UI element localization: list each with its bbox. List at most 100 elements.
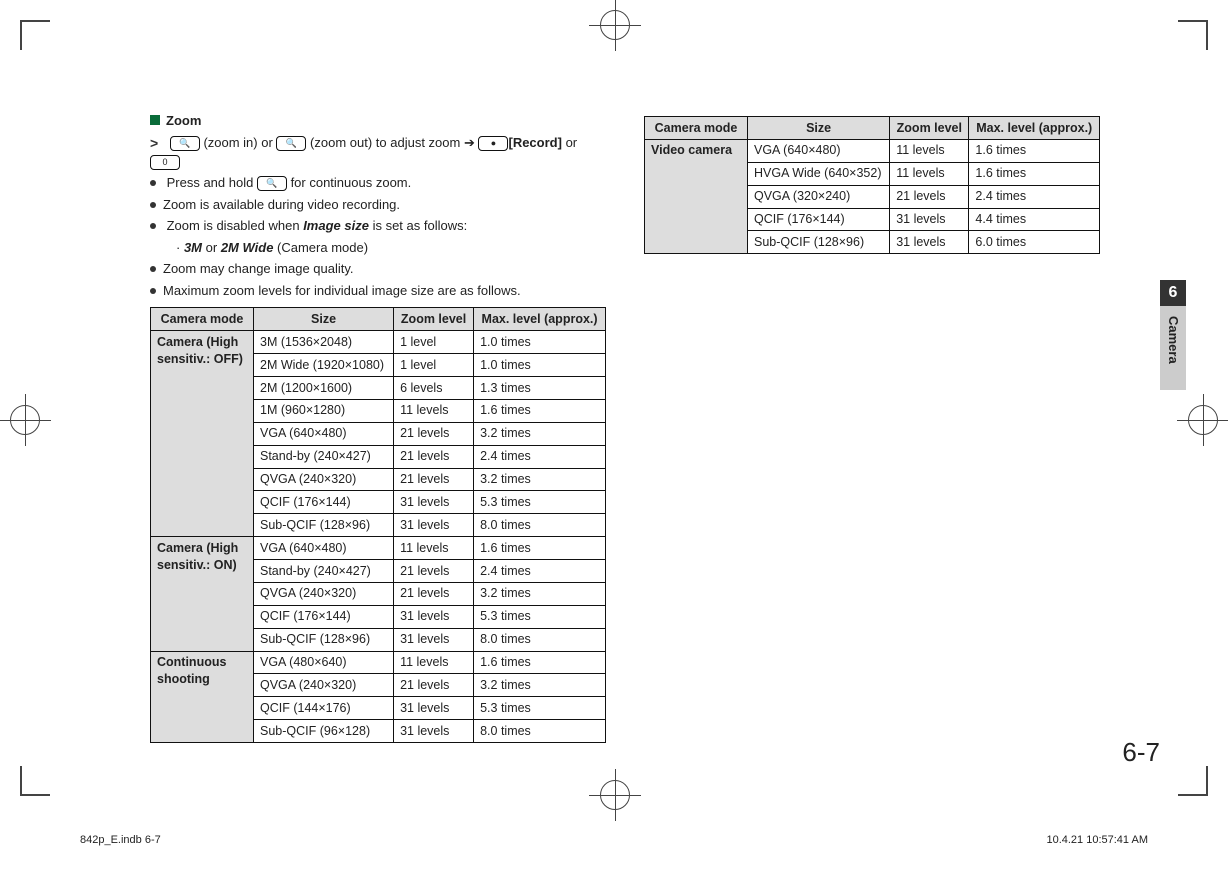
bullet-item: Press and hold 🔍 for continuous zoom. (150, 174, 606, 192)
crop-mark (1178, 20, 1208, 22)
cell-zoom: 6 levels (394, 377, 474, 400)
cell-zoom: 31 levels (890, 231, 969, 254)
cell-max: 1.6 times (969, 139, 1100, 162)
registration-mark (10, 405, 40, 435)
cell-zoom: 21 levels (394, 445, 474, 468)
cell-size: QVGA (240×320) (254, 582, 394, 605)
footer-file: 842p_E.indb 6-7 (80, 833, 161, 848)
cell-zoom: 21 levels (394, 422, 474, 445)
emphasis: 2M Wide (221, 240, 274, 255)
cell-max: 1.0 times (474, 331, 606, 354)
cell-max: 1.0 times (474, 354, 606, 377)
th-zoom: Zoom level (890, 117, 969, 140)
cell-max: 5.3 times (474, 697, 606, 720)
cell-max: 3.2 times (474, 582, 606, 605)
cell-zoom: 21 levels (394, 560, 474, 583)
emphasis: 3M (184, 240, 202, 255)
crop-mark (1178, 794, 1208, 796)
cell-max: 6.0 times (969, 231, 1100, 254)
bullet-item: Zoom may change image quality. (150, 260, 606, 278)
table-header-row: Camera mode Size Zoom level Max. level (… (151, 308, 606, 331)
arrow-icon: ➔ (464, 135, 479, 150)
cell-size: Sub-QCIF (96×128) (254, 720, 394, 743)
right-column: Camera mode Size Zoom level Max. level (… (644, 112, 1100, 756)
table-row: Camera (High sensitiv.: ON)VGA (640×480)… (151, 537, 606, 560)
cell-zoom: 21 levels (890, 185, 969, 208)
mode-cell: Continuous shooting (151, 651, 254, 743)
cell-zoom: 11 levels (394, 651, 474, 674)
th-zoom: Zoom level (394, 308, 474, 331)
th-size: Size (748, 117, 890, 140)
cell-size: Sub-QCIF (128×96) (254, 628, 394, 651)
cell-max: 1.6 times (474, 651, 606, 674)
cell-zoom: 31 levels (394, 697, 474, 720)
record-label: [Record] (508, 135, 561, 150)
chevron-icon: > (150, 135, 158, 151)
cell-max: 3.2 times (474, 468, 606, 491)
cell-zoom: 11 levels (890, 162, 969, 185)
cell-max: 1.6 times (474, 537, 606, 560)
cell-size: VGA (640×480) (254, 537, 394, 560)
cell-zoom: 11 levels (890, 139, 969, 162)
cell-size: QVGA (320×240) (748, 185, 890, 208)
cell-zoom: 31 levels (394, 605, 474, 628)
th-max: Max. level (approx.) (969, 117, 1100, 140)
zoom-levels-table-right: Camera mode Size Zoom level Max. level (… (644, 116, 1100, 254)
page-number: 6-7 (1122, 735, 1160, 770)
cell-zoom: 1 level (394, 354, 474, 377)
crop-mark (1206, 20, 1208, 50)
cell-size: 1M (960×1280) (254, 399, 394, 422)
th-mode: Camera mode (151, 308, 254, 331)
sub-bullet: · 3M or 2M Wide (Camera mode) (176, 239, 606, 257)
center-key-icon: ● (478, 136, 508, 151)
crop-mark (20, 20, 50, 22)
cell-zoom: 31 levels (394, 720, 474, 743)
registration-mark (600, 10, 630, 40)
cell-zoom: 31 levels (394, 514, 474, 537)
cell-size: QCIF (176×144) (748, 208, 890, 231)
cell-zoom: 31 levels (394, 491, 474, 514)
chapter-tab: 6 Camera (1160, 280, 1186, 390)
cell-size: Sub-QCIF (128×96) (254, 514, 394, 537)
cell-size: VGA (640×480) (748, 139, 890, 162)
print-footer: 842p_E.indb 6-7 10.4.21 10:57:41 AM (80, 833, 1148, 848)
bullet-item: Zoom is disabled when Image size is set … (150, 217, 606, 235)
table-header-row: Camera mode Size Zoom level Max. level (… (645, 117, 1100, 140)
footer-timestamp: 10.4.21 10:57:41 AM (1046, 833, 1148, 848)
cell-max: 3.2 times (474, 674, 606, 697)
cell-max: 4.4 times (969, 208, 1100, 231)
cell-zoom: 21 levels (394, 674, 474, 697)
cell-zoom: 11 levels (394, 537, 474, 560)
cell-zoom: 21 levels (394, 468, 474, 491)
table-row: Continuous shootingVGA (480×640)11 level… (151, 651, 606, 674)
cell-size: VGA (640×480) (254, 422, 394, 445)
page-content: Zoom > 🔍 (zoom in) or 🔍 (zoom out) to ad… (150, 112, 1168, 756)
th-max: Max. level (approx.) (474, 308, 606, 331)
cell-max: 1.6 times (969, 162, 1100, 185)
table-row: Video cameraVGA (640×480)11 levels1.6 ti… (645, 139, 1100, 162)
cell-size: 2M Wide (1920×1080) (254, 354, 394, 377)
cell-zoom: 1 level (394, 331, 474, 354)
text: or (566, 135, 578, 150)
text: (zoom in) or (203, 135, 272, 150)
manual-page: Zoom > 🔍 (zoom in) or 🔍 (zoom out) to ad… (0, 0, 1228, 886)
cell-max: 2.4 times (474, 560, 606, 583)
crop-mark (20, 794, 50, 796)
cell-zoom: 31 levels (394, 628, 474, 651)
cell-max: 8.0 times (474, 628, 606, 651)
crop-mark (20, 20, 22, 50)
cell-zoom: 11 levels (394, 399, 474, 422)
crop-mark (20, 766, 22, 796)
cell-size: HVGA Wide (640×352) (748, 162, 890, 185)
zoom-in-key-icon: 🔍 (170, 136, 200, 151)
cell-size: QCIF (176×144) (254, 605, 394, 628)
cell-zoom: 21 levels (394, 582, 474, 605)
cell-max: 5.3 times (474, 605, 606, 628)
cell-size: VGA (480×640) (254, 651, 394, 674)
cell-size: QVGA (240×320) (254, 674, 394, 697)
cell-zoom: 31 levels (890, 208, 969, 231)
cell-size: 2M (1200×1600) (254, 377, 394, 400)
left-column: Zoom > 🔍 (zoom in) or 🔍 (zoom out) to ad… (150, 112, 606, 756)
cell-max: 5.3 times (474, 491, 606, 514)
zoom-out-key-icon: 🔍 (276, 136, 306, 151)
